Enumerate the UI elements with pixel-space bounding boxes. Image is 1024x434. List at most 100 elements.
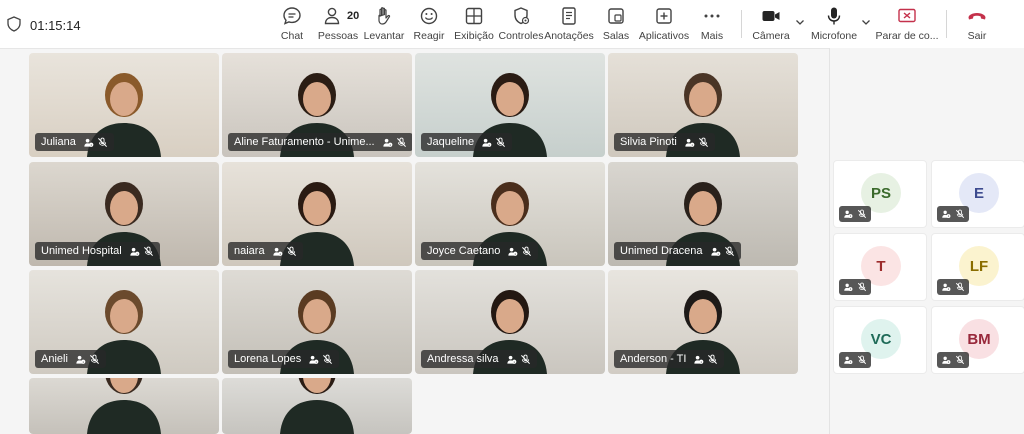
roster-participant-tile[interactable]: PS 1 (833, 160, 927, 228)
participant-name: Aline Faturamento - Unime... (234, 136, 375, 148)
attendee-role-icon: 1 (684, 137, 695, 148)
stop-sharing-label: Parar de co... (875, 30, 939, 42)
microphone-icon (827, 7, 841, 25)
participant-name: naiara (234, 245, 265, 257)
more-button[interactable]: Mais (701, 5, 723, 45)
video-tile[interactable]: Aline Faturamento - Unime... 1 (222, 53, 412, 157)
video-tile[interactable]: Juliana 1 (29, 53, 219, 157)
video-tile[interactable]: Anieli 1 (29, 270, 219, 374)
hand-icon (378, 7, 391, 25)
camera-icon (762, 11, 780, 21)
attendee-role-icon: 1 (506, 354, 517, 365)
apps-label: Aplicativos (638, 30, 690, 42)
more-label: Mais (700, 30, 724, 42)
mic-muted-icon (857, 282, 867, 292)
video-tile[interactable] (29, 378, 219, 434)
participant-video (87, 378, 161, 434)
roster-participant-tile[interactable]: VC 1 (833, 306, 927, 374)
people-button[interactable]: 20 Pessoas (318, 5, 359, 45)
mic-muted-icon (286, 246, 297, 257)
video-tile[interactable]: Andressa silva 1 (415, 270, 605, 374)
participant-name-tag: Joyce Caetano 1 (421, 242, 539, 260)
participant-status-icons: 1 (272, 246, 297, 257)
hang-up-icon (968, 13, 986, 20)
video-tile[interactable]: Anderson - TI 1 (608, 270, 798, 374)
participant-name: Joyce Caetano (427, 245, 501, 257)
participant-name: Anderson - TI (620, 353, 687, 365)
stop-sharing-button[interactable]: Parar de co... (875, 5, 939, 45)
video-tile[interactable]: Joyce Caetano 1 (415, 162, 605, 266)
shield-icon[interactable] (6, 16, 22, 32)
participant-status-icons: 1 (507, 246, 532, 257)
mic-muted-icon (521, 246, 532, 257)
video-tile[interactable]: Unimed Hospital 1 (29, 162, 219, 266)
mic-muted-icon (955, 282, 965, 292)
toolbar-divider (946, 10, 947, 38)
view-label: Exibição (454, 30, 494, 42)
notes-button[interactable]: Anotações (544, 5, 594, 45)
rooms-label: Salas (602, 30, 630, 42)
participant-status-icons: 1 (839, 279, 871, 295)
add-app-icon (656, 8, 672, 24)
microphone-button[interactable]: Microfone (811, 5, 857, 45)
controls-button[interactable]: Controles (499, 5, 543, 45)
participant-name: Jaqueline (427, 136, 475, 148)
meeting-toolbar: 01:15:14 Chat 20 Pessoas Levantar Reagir… (0, 0, 1024, 49)
view-button[interactable]: Exibição (454, 5, 494, 45)
notes-icon (562, 7, 576, 25)
roster-participant-tile[interactable]: E1 (931, 160, 1024, 228)
participant-roster-panel: PS 1 E 1 T 1 LF 1 VC 1 BM 1 (829, 48, 1024, 434)
more-dots-icon (704, 14, 720, 18)
apps-button[interactable]: Aplicativos (638, 5, 690, 45)
attendee-role-icon: 1 (843, 282, 853, 292)
mic-muted-icon (955, 355, 965, 365)
notes-label: Anotações (544, 30, 594, 42)
raise-hand-button[interactable]: Levantar (364, 5, 404, 45)
attendee-role-icon: 1 (75, 354, 86, 365)
raise-hand-label: Levantar (363, 30, 405, 42)
participant-status-icons: 1 (839, 352, 871, 368)
participant-name: Anieli (41, 353, 68, 365)
camera-button[interactable]: Câmera (752, 5, 790, 45)
video-tile[interactable]: naiara 1 (222, 162, 412, 266)
participant-name-tag: Anderson - TI 1 (614, 350, 725, 368)
chat-button[interactable]: Chat (280, 5, 304, 45)
rooms-button[interactable]: Salas (602, 5, 630, 45)
mic-muted-icon (698, 137, 709, 148)
video-tile[interactable]: Lorena Lopes 1 (222, 270, 412, 374)
attendee-role-icon: 1 (308, 354, 319, 365)
participant-name: Unimed Dracena (620, 245, 703, 257)
participant-name-tag: naiara 1 (228, 242, 303, 260)
mic-muted-icon (495, 137, 506, 148)
camera-options-chevron-down-icon[interactable] (794, 16, 806, 28)
participant-status-icons: 1 (937, 206, 969, 222)
attendee-role-icon: 1 (129, 246, 140, 257)
video-tile[interactable]: Unimed Dracena 1 (608, 162, 798, 266)
roster-participant-tile[interactable]: LF 1 (931, 233, 1024, 301)
mic-muted-icon (857, 355, 867, 365)
participant-status-icons: 1 (83, 137, 108, 148)
toolbar-divider (741, 10, 742, 38)
roster-participant-tile[interactable]: BM 1 (931, 306, 1024, 374)
video-tile[interactable]: Jaqueline 1 (415, 53, 605, 157)
participant-name-tag: Lorena Lopes 1 (228, 350, 340, 368)
participant-status-icons: 1 (937, 352, 969, 368)
microphone-options-chevron-down-icon[interactable] (860, 16, 872, 28)
participant-name-tag: Anieli 1 (35, 350, 106, 368)
video-tile[interactable] (222, 378, 412, 434)
mic-muted-icon (143, 246, 154, 257)
video-tile[interactable]: Silvia Pinoti 1 (608, 53, 798, 157)
roster-participant-tile[interactable]: T1 (833, 233, 927, 301)
participant-status-icons: 1 (937, 279, 969, 295)
attendee-role-icon: 1 (710, 246, 721, 257)
participant-name: Lorena Lopes (234, 353, 302, 365)
attendee-role-icon: 1 (693, 354, 704, 365)
participant-status-icons: 1 (481, 137, 506, 148)
react-button[interactable]: Reagir (414, 5, 444, 45)
participant-status-icons: 1 (693, 354, 718, 365)
attendee-role-icon: 1 (481, 137, 492, 148)
mic-muted-icon (89, 354, 100, 365)
participant-name-tag: Juliana 1 (35, 133, 114, 151)
leave-button[interactable]: Sair (965, 5, 989, 45)
chat-icon (283, 7, 301, 25)
